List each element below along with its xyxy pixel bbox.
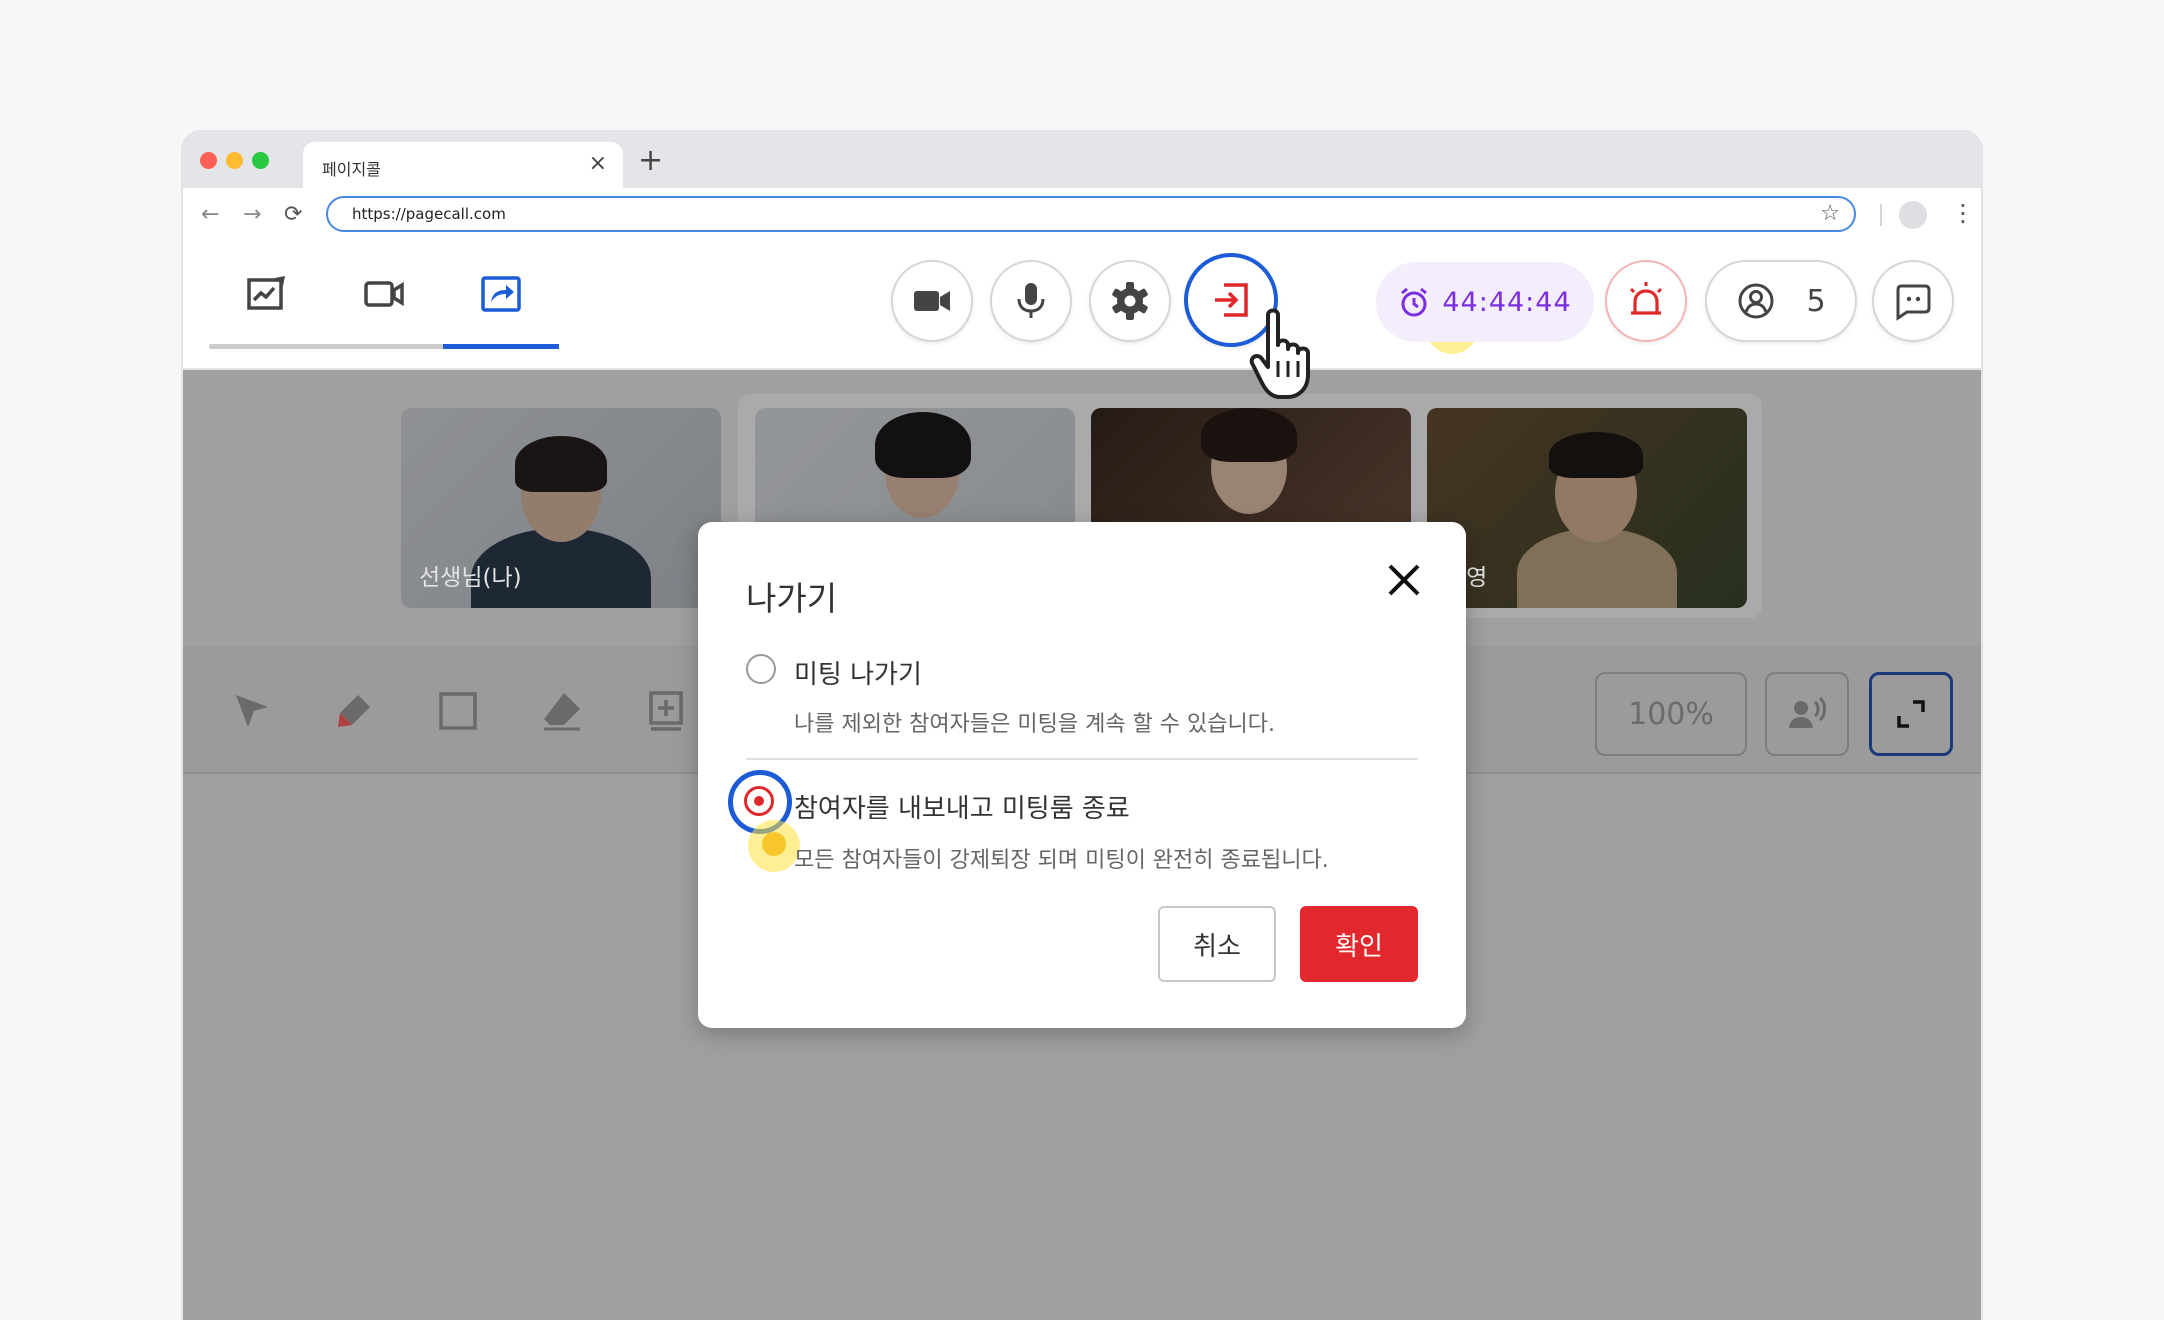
url-text: https://pagecall.com — [352, 205, 506, 223]
option-end-title[interactable]: 참여자를 내보내고 미팅룸 종료 — [794, 788, 1130, 825]
url-input[interactable]: https://pagecall.com ☆ — [326, 196, 1856, 232]
microphone-button[interactable] — [990, 260, 1072, 342]
camera-button[interactable] — [891, 260, 973, 342]
rectangle-tool[interactable] — [433, 686, 483, 736]
rectangle-icon — [439, 692, 477, 730]
siren-icon — [1629, 282, 1663, 315]
video-label: 선생님(나) — [419, 565, 522, 591]
speaking-user-icon — [1789, 696, 1826, 728]
zoom-text: 100% — [1628, 696, 1714, 732]
forward-arrow-icon[interactable]: → — [243, 202, 261, 228]
exit-icon — [1215, 283, 1248, 317]
participants-count: 5 — [1806, 283, 1826, 319]
add-page-icon — [649, 691, 683, 731]
dialog-title: 나가기 — [746, 579, 838, 618]
eraser-tool[interactable] — [537, 686, 587, 736]
chat-icon — [1896, 284, 1931, 321]
add-page-tool[interactable] — [641, 686, 691, 736]
bookmark-star-icon[interactable]: ☆ — [1820, 202, 1840, 226]
meeting-timer: 44:44:44 — [1376, 262, 1594, 342]
select-tool[interactable] — [227, 686, 277, 736]
tap-point — [762, 832, 786, 856]
expand-icon — [1897, 700, 1925, 728]
video-tile[interactable]: 선생님(나) — [401, 408, 721, 608]
zoom-level[interactable]: 100% — [1595, 672, 1747, 756]
tab-underline-active — [443, 344, 559, 349]
browser-tab[interactable]: 페이지콜 × — [303, 142, 623, 188]
tab-screenshare[interactable] — [471, 262, 531, 326]
alert-button[interactable] — [1605, 260, 1687, 342]
back-arrow-icon[interactable]: ← — [201, 202, 219, 228]
settings-button[interactable] — [1089, 260, 1171, 342]
radio-end-meeting[interactable] — [744, 786, 774, 816]
screen-share-icon — [481, 276, 521, 312]
tab-video[interactable] — [354, 262, 414, 326]
alarm-clock-icon — [1401, 287, 1428, 317]
window-minimize-button[interactable] — [226, 152, 243, 169]
pen-tool[interactable] — [329, 686, 379, 736]
address-bar-row: ← → ⟳ https://pagecall.com ☆ ⋮ — [183, 188, 1981, 242]
reload-icon[interactable]: ⟳ — [284, 202, 302, 228]
whiteboard-icon — [247, 276, 285, 310]
app-toolbar: 44:44:44 5 — [183, 242, 1981, 370]
microphone-icon — [1017, 283, 1045, 318]
pointer-hand-icon — [1249, 308, 1310, 399]
eraser-icon — [544, 693, 580, 731]
browser-tab-title: 페이지콜 — [322, 160, 381, 179]
window-close-button[interactable] — [200, 152, 217, 169]
chat-button[interactable] — [1872, 260, 1954, 342]
gear-icon — [1112, 282, 1148, 320]
exit-dialog: 나가기 미팅 나가기 나를 제외한 참여자들은 미팅을 계속 할 수 있습니다.… — [698, 522, 1466, 1028]
confirm-button[interactable]: 확인 — [1300, 906, 1418, 982]
address-separator — [1880, 204, 1882, 226]
close-icon[interactable] — [1382, 558, 1426, 602]
new-tab-button[interactable]: + — [638, 146, 663, 176]
speaker-view-button[interactable] — [1765, 672, 1849, 756]
fullscreen-button[interactable] — [1869, 672, 1953, 756]
browser-menu-icon[interactable]: ⋮ — [1951, 198, 1975, 228]
option-end-description: 모든 참여자들이 강제퇴장 되며 미팅이 완전히 종료됩니다. — [794, 848, 1329, 873]
option-leave-title[interactable]: 미팅 나가기 — [794, 654, 922, 691]
tab-whiteboard[interactable] — [237, 262, 297, 326]
window-maximize-button[interactable] — [252, 152, 269, 169]
camera-icon — [914, 291, 950, 311]
option-leave-description: 나를 제외한 참여자들은 미팅을 계속 할 수 있습니다. — [794, 712, 1275, 737]
video-tile[interactable]: 수영 — [1427, 408, 1747, 608]
tab-close-icon[interactable]: × — [589, 152, 607, 176]
option-divider — [746, 758, 1418, 760]
video-camera-icon — [364, 281, 404, 307]
participants-button[interactable]: 5 — [1705, 260, 1857, 342]
cancel-button[interactable]: 취소 — [1158, 906, 1276, 982]
tab-strip: 페이지콜 × + — [183, 132, 1981, 188]
cursor-arrow-icon — [236, 695, 268, 727]
radio-leave-meeting[interactable] — [746, 654, 776, 684]
profile-avatar[interactable] — [1899, 201, 1927, 229]
marker-icon — [338, 695, 370, 727]
user-circle-icon — [1738, 283, 1774, 319]
timer-text: 44:44:44 — [1442, 286, 1572, 318]
